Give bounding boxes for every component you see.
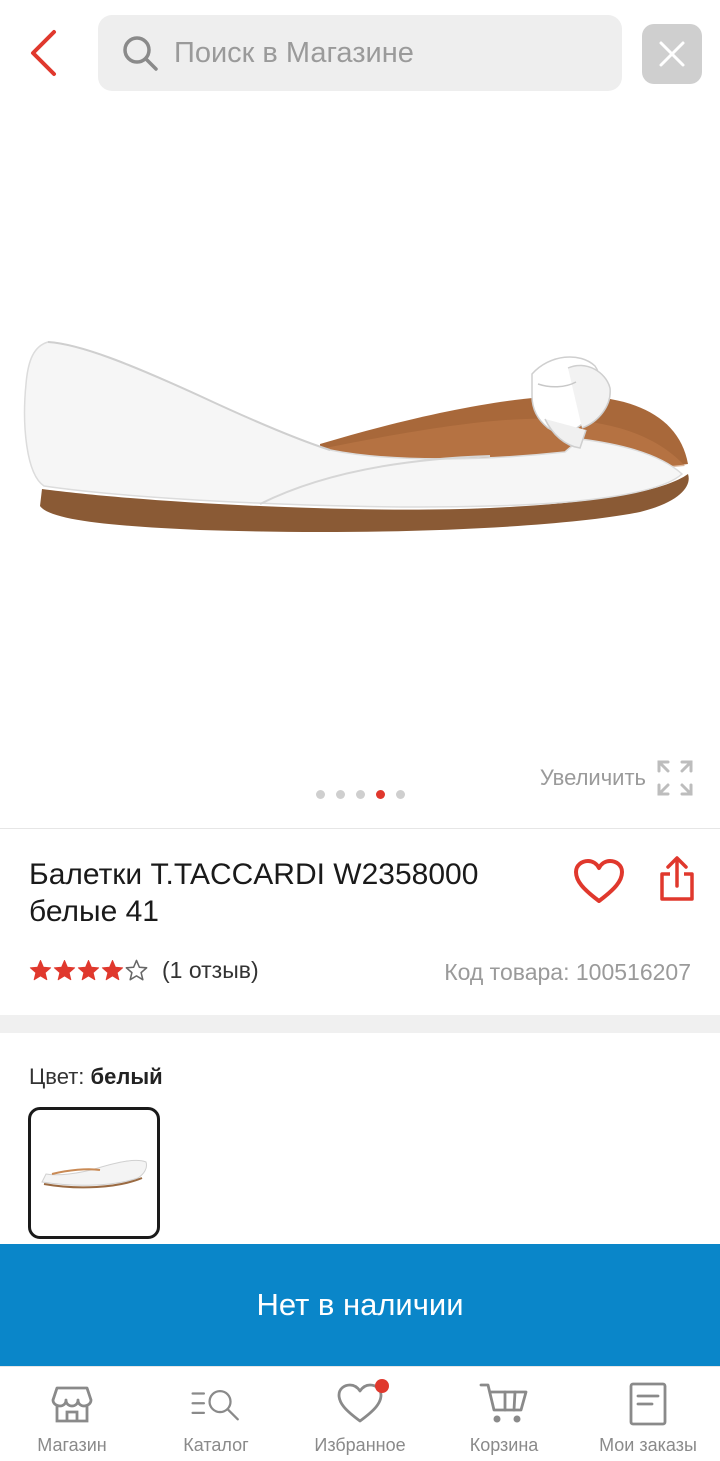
star-filled-icon: [29, 959, 52, 981]
heart-icon: [574, 859, 624, 903]
product-title: Балетки T.TACCARDI W2358000 белые 41: [29, 858, 479, 928]
star-filled-icon: [101, 959, 124, 981]
close-icon: [659, 41, 685, 67]
product-gallery[interactable]: Увеличить: [0, 104, 720, 828]
star-filled-icon: [77, 959, 100, 981]
nav-item-cart[interactable]: Корзина: [432, 1367, 576, 1461]
color-selector-label: Цвет: белый: [29, 1064, 163, 1090]
share-icon: [660, 856, 694, 901]
store-icon: [47, 1381, 97, 1427]
cart-icon: [479, 1381, 529, 1427]
bottom-navigation: Магазин Каталог Избранное Корзина Мои за…: [0, 1366, 720, 1461]
color-label: Цвет:: [29, 1064, 85, 1089]
product-sku: Код товара: 100516207: [444, 959, 691, 985]
zoom-label: Увеличить: [539, 765, 646, 790]
out-of-stock-button[interactable]: Нет в наличии: [0, 1244, 720, 1366]
color-value: белый: [90, 1064, 163, 1089]
nav-label: Каталог: [183, 1435, 249, 1455]
nav-item-favorites[interactable]: Избранное: [288, 1367, 432, 1461]
divider: [0, 828, 720, 829]
gallery-pagination: [0, 790, 720, 799]
rating-stars: [29, 959, 148, 982]
nav-label: Избранное: [314, 1435, 406, 1455]
color-swatch-white[interactable]: [28, 1107, 160, 1239]
nav-item-orders[interactable]: Мои заказы: [576, 1367, 720, 1461]
star-filled-icon: [53, 959, 76, 981]
nav-label: Магазин: [37, 1435, 107, 1455]
product-rating: (1 отзыв): [29, 957, 259, 984]
notification-badge: [375, 1379, 389, 1393]
orders-icon: [623, 1381, 673, 1427]
search-icon: [118, 31, 162, 75]
gallery-dot[interactable]: [335, 790, 345, 799]
section-divider: [0, 1015, 720, 1033]
star-empty-icon: [125, 959, 148, 981]
back-button[interactable]: [18, 26, 68, 80]
search-bar[interactable]: [98, 15, 622, 91]
favorite-button[interactable]: [570, 856, 628, 908]
nav-label: Корзина: [469, 1435, 539, 1455]
nav-label: Мои заказы: [599, 1435, 697, 1455]
product-image[interactable]: [20, 324, 700, 544]
gallery-dot[interactable]: [395, 790, 405, 799]
nav-item-catalog[interactable]: Каталог: [144, 1367, 288, 1461]
gallery-dot[interactable]: [355, 790, 365, 799]
nav-item-store[interactable]: Магазин: [0, 1367, 144, 1461]
gallery-dot[interactable]: [375, 790, 385, 799]
search-input[interactable]: [174, 36, 594, 70]
top-bar: [0, 0, 720, 104]
catalog-search-icon: [191, 1381, 241, 1427]
share-button[interactable]: [652, 852, 702, 906]
chevron-left-icon: [31, 30, 56, 76]
reviews-link[interactable]: (1 отзыв): [162, 957, 259, 984]
color-swatch-image: [41, 1159, 147, 1189]
gallery-dot[interactable]: [315, 790, 325, 799]
clear-search-button[interactable]: [642, 24, 702, 84]
